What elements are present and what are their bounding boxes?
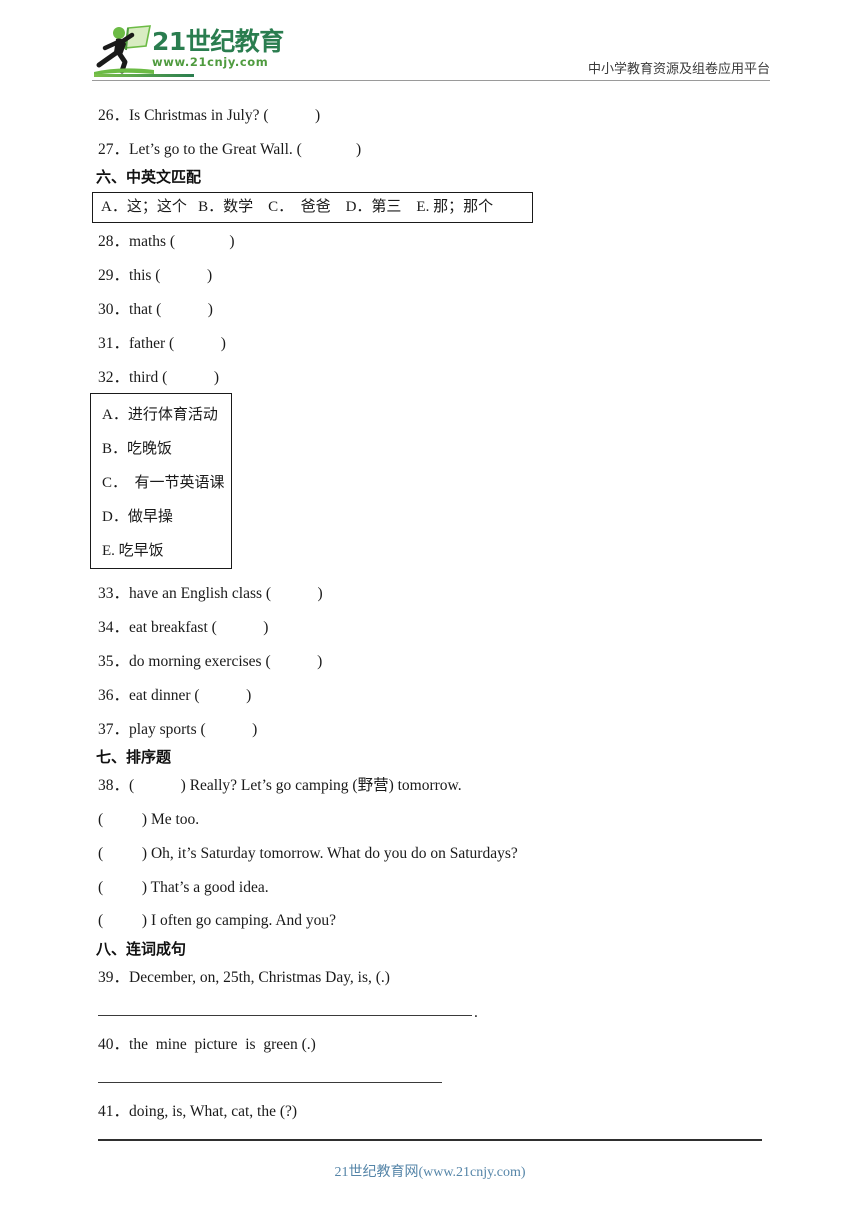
question-28-number: 28． [98,233,130,250]
question-36-number: 36． [98,687,130,704]
matching-option-b: B．吃晚饭 [102,441,173,457]
question-39: 39．December, on, 25th, Christmas Day, is… [98,968,390,988]
section-six-options-text: A．这；这个 B．数学 C． 爸爸 D．第三 E. 那；那个 [101,199,494,215]
question-40-number: 40． [98,1036,130,1053]
question-34: 34．eat breakfast ( ) [98,618,268,638]
question-31-text: father ( ) [129,335,226,352]
ordering-item-3: ( ) Oh, it’s Saturday tomorrow. What do … [98,845,518,862]
question-38-text: ( ) Really? Let’s go camping (野营) tomorr… [129,777,462,794]
section-six-title: 六、中英文匹配 [96,168,202,186]
question-27-text: Let’s go to the Great Wall. ( ) [129,141,362,158]
logo-accent-bar [94,74,194,77]
question-37-text: play sports ( ) [129,721,258,738]
worksheet-page: 21世纪教育 www.21cnjy.com 中小学教育资源及组卷应用平台 26．… [0,0,860,1216]
footer-divider [98,1139,762,1141]
question-27-number: 27． [98,141,130,158]
section-seven-title: 七、排序题 [96,748,172,766]
question-41-number: 41． [98,1103,130,1120]
running-person-with-flag-icon [94,25,154,75]
page-header: 21世纪教育 www.21cnjy.com 中小学教育资源及组卷应用平台 [92,22,770,80]
question-41: 41．doing, is, What, cat, the (?) [98,1102,297,1122]
matching-options-box: A．进行体育活动 B．吃晚饭 C． 有一节英语课 D．做早操 E. 吃早饭 [90,393,232,569]
question-27: 27．Let’s go to the Great Wall. ( ) [98,140,361,160]
question-26-text: Is Christmas in July? ( ) [129,107,321,124]
question-26-number: 26． [98,107,130,124]
question-39-text: December, on, 25th, Christmas Day, is, (… [129,969,390,986]
answer-line-39-period: . [474,1004,478,1021]
question-30-text: that ( ) [129,301,213,318]
answer-line-39[interactable] [98,1015,472,1016]
question-29-text: this ( ) [129,267,213,284]
question-35-text: do morning exercises ( ) [129,653,323,670]
matching-option-c: C． 有一节英语课 [102,475,225,491]
question-35-number: 35． [98,653,130,670]
question-37-number: 37． [98,721,130,738]
question-38-number: 38． [98,777,130,794]
brand-logo: 21世纪教育 www.21cnjy.com [92,24,292,80]
question-33: 33．have an English class ( ) [98,584,323,604]
footer-text: 21世纪教育网(www.21cnjy.com) [334,1165,526,1180]
ordering-item-5: ( ) I often go camping. And you? [98,912,337,929]
question-34-number: 34． [98,619,130,636]
matching-option-a: A．进行体育活动 [102,407,218,423]
ordering-item-4: ( ) That’s a good idea. [98,879,269,896]
brand-url: www.21cnjy.com [152,55,269,69]
question-31-number: 31． [98,335,130,352]
question-30-number: 30． [98,301,130,318]
question-32-text: third ( ) [129,369,219,386]
question-38: 38．( ) Really? Let’s go camping (野营) tom… [98,776,462,796]
ordering-item-2: ( ) Me too. [98,811,200,828]
question-33-text: have an English class ( ) [129,585,323,602]
brand-wordmark: 21世纪教育 www.21cnjy.com [152,28,292,78]
question-35: 35．do morning exercises ( ) [98,652,322,672]
section-six-options-box: A．这；这个 B．数学 C． 爸爸 D．第三 E. 那；那个 [92,192,533,223]
question-28: 28．maths ( ) [98,232,235,252]
question-39-number: 39． [98,969,130,986]
header-tagline: 中小学教育资源及组卷应用平台 [587,62,770,77]
question-34-text: eat breakfast ( ) [129,619,269,636]
matching-option-d: D．做早操 [102,509,173,525]
question-32-number: 32． [98,369,130,386]
question-32: 32．third ( ) [98,368,219,388]
question-26: 26．Is Christmas in July? ( ) [98,106,320,126]
question-29-number: 29． [98,267,130,284]
question-33-number: 33． [98,585,130,602]
question-28-text: maths ( ) [129,233,235,250]
question-40: 40．the mine picture is green (.) [98,1035,316,1055]
question-29: 29．this ( ) [98,266,212,286]
question-36-text: eat dinner ( ) [129,687,252,704]
question-31: 31．father ( ) [98,334,226,354]
brand-name: 21世纪教育 [152,27,284,56]
answer-line-40[interactable] [98,1082,442,1083]
question-40-text: the mine picture is green (.) [129,1036,316,1053]
question-30: 30．that ( ) [98,300,213,320]
question-41-text: doing, is, What, cat, the (?) [129,1103,298,1120]
section-eight-title: 八、连词成句 [96,940,187,958]
matching-option-e: E. 吃早饭 [102,543,164,559]
question-37: 37．play sports ( ) [98,720,257,740]
header-divider [92,80,770,81]
question-36: 36．eat dinner ( ) [98,686,251,706]
